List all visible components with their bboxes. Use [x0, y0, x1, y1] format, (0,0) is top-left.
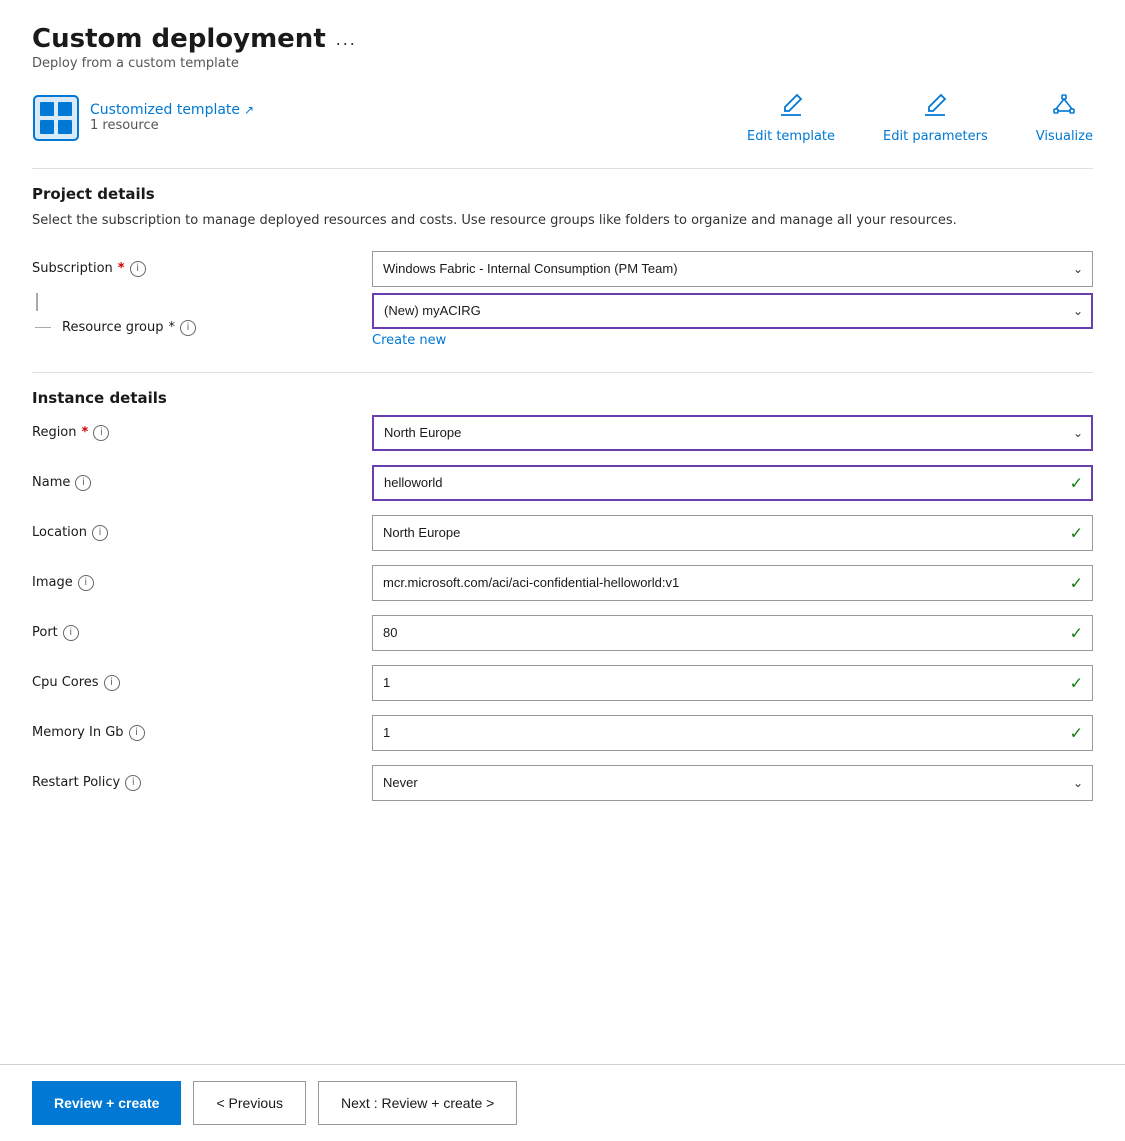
region-field[interactable]: North Europe ⌄: [372, 415, 1093, 451]
image-field[interactable]: ✓: [372, 565, 1093, 601]
ellipsis-menu-button[interactable]: ...: [336, 29, 357, 50]
subscription-field[interactable]: Windows Fabric - Internal Consumption (P…: [372, 251, 1093, 287]
customized-template-link[interactable]: Customized template ↗: [90, 102, 254, 118]
restart-policy-field[interactable]: Never ⌄: [372, 765, 1093, 801]
visualize-action[interactable]: Visualize: [1036, 91, 1093, 144]
name-info-icon[interactable]: i: [75, 475, 91, 491]
page-title: Custom deployment: [32, 24, 326, 54]
edit-parameters-icon: [921, 91, 949, 123]
memory-field[interactable]: ✓: [372, 715, 1093, 751]
project-details-description: Select the subscription to manage deploy…: [32, 211, 1093, 231]
resource-group-label-col: Resource group * i: [32, 293, 372, 336]
resource-group-select[interactable]: (New) myACIRG: [372, 293, 1093, 329]
visualize-icon: [1050, 91, 1078, 123]
template-icon: [32, 94, 80, 142]
template-resource-count: 1 resource: [90, 118, 254, 133]
image-info-icon[interactable]: i: [78, 575, 94, 591]
restart-policy-label: Restart Policy i: [32, 775, 372, 791]
create-new-link[interactable]: Create new: [372, 333, 1093, 348]
review-create-button[interactable]: Review + create: [32, 1081, 181, 1125]
port-field[interactable]: ✓: [372, 615, 1093, 651]
next-button[interactable]: Next : Review + create >: [318, 1081, 517, 1125]
port-input[interactable]: [372, 615, 1093, 651]
instance-details-title: Instance details: [32, 389, 1093, 407]
image-label: Image i: [32, 575, 372, 591]
resource-group-label-text: Resource group: [62, 320, 164, 335]
cpu-cores-label: Cpu Cores i: [32, 675, 372, 691]
port-info-icon[interactable]: i: [63, 625, 79, 641]
edit-template-icon: [777, 91, 805, 123]
restart-policy-info-icon[interactable]: i: [125, 775, 141, 791]
rg-required-marker: *: [169, 320, 176, 335]
project-details-title: Project details: [32, 185, 1093, 203]
restart-policy-select[interactable]: Never: [372, 765, 1093, 801]
location-input[interactable]: [372, 515, 1093, 551]
resource-group-field[interactable]: (New) myACIRG ⌄: [372, 293, 1093, 329]
subscription-label: Subscription * i: [32, 261, 372, 277]
cpu-cores-field[interactable]: ✓: [372, 665, 1093, 701]
region-select[interactable]: North Europe: [372, 415, 1093, 451]
image-input[interactable]: [372, 565, 1093, 601]
name-field[interactable]: ✓: [372, 465, 1093, 501]
visualize-label: Visualize: [1036, 129, 1093, 144]
memory-input[interactable]: [372, 715, 1093, 751]
region-required-marker: *: [82, 425, 89, 440]
port-label: Port i: [32, 625, 372, 641]
location-field[interactable]: ✓: [372, 515, 1093, 551]
cpu-input[interactable]: [372, 665, 1093, 701]
location-label: Location i: [32, 525, 372, 541]
region-label: Region * i: [32, 425, 372, 441]
external-link-icon: ↗: [244, 103, 254, 117]
memory-label: Memory In Gb i: [32, 725, 372, 741]
previous-button[interactable]: < Previous: [193, 1081, 306, 1125]
subscription-info-icon[interactable]: i: [130, 261, 146, 277]
rg-info-icon[interactable]: i: [180, 320, 196, 336]
region-info-icon[interactable]: i: [93, 425, 109, 441]
edit-template-action[interactable]: Edit template: [747, 91, 835, 144]
cpu-info-icon[interactable]: i: [104, 675, 120, 691]
edit-template-label: Edit template: [747, 129, 835, 144]
page-subtitle: Deploy from a custom template: [32, 56, 1093, 71]
subscription-select[interactable]: Windows Fabric - Internal Consumption (P…: [372, 251, 1093, 287]
name-label: Name i: [32, 475, 372, 491]
edit-parameters-action[interactable]: Edit parameters: [883, 91, 988, 144]
subscription-required-marker: *: [118, 261, 125, 276]
name-input[interactable]: [372, 465, 1093, 501]
memory-info-icon[interactable]: i: [129, 725, 145, 741]
location-info-icon[interactable]: i: [92, 525, 108, 541]
footer-bar: Review + create < Previous Next : Review…: [0, 1064, 1125, 1141]
edit-parameters-label: Edit parameters: [883, 129, 988, 144]
